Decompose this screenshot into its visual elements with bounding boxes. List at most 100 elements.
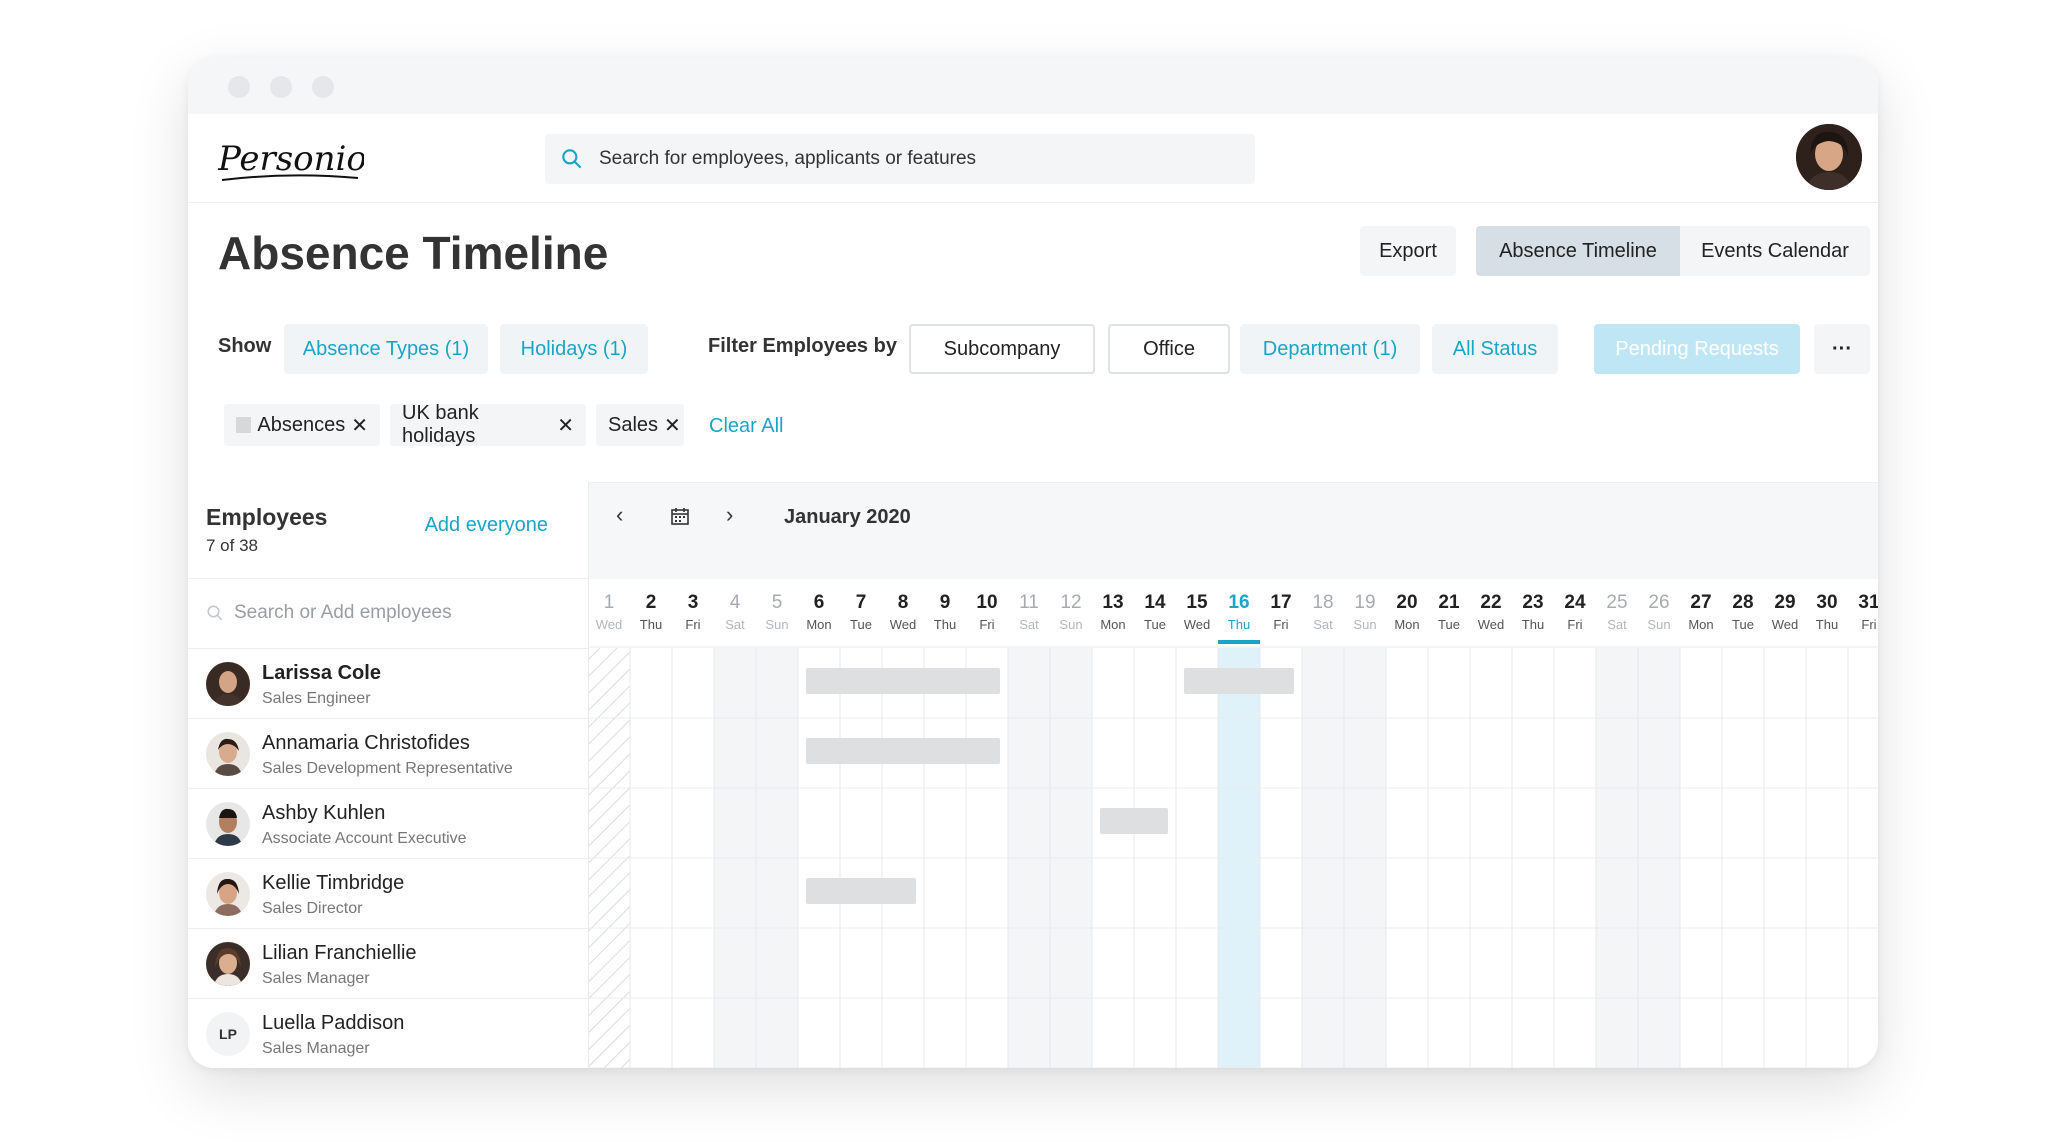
weekday-label: Sun	[1059, 617, 1082, 632]
weekday-label: Fri	[1861, 617, 1876, 632]
weekday-label: Thu	[1522, 617, 1544, 632]
employee-role: Sales Engineer	[262, 690, 371, 707]
day-number[interactable]: 4	[730, 592, 741, 613]
weekday-label: Sun	[1353, 617, 1376, 632]
calendar-icon[interactable]	[670, 506, 690, 531]
day-number[interactable]: 13	[1102, 592, 1123, 613]
day-number[interactable]: 5	[772, 592, 783, 613]
day-number[interactable]: 9	[940, 592, 951, 613]
employee-role: Sales Manager	[262, 1040, 370, 1057]
day-number[interactable]: 29	[1774, 592, 1795, 613]
day-number[interactable]: 25	[1606, 592, 1627, 613]
day-number[interactable]: 20	[1396, 592, 1417, 613]
employee-row[interactable]: LP Luella Paddison Sales Manager	[188, 998, 588, 1068]
day-number[interactable]: 7	[856, 592, 867, 613]
employee-avatar	[206, 942, 250, 986]
weekday-label: Thu	[640, 617, 662, 632]
day-number[interactable]: 11	[1019, 592, 1039, 613]
weekday-label: Fri	[1273, 617, 1288, 632]
browser-window: Personio Search for employees, applicant…	[188, 58, 1878, 1068]
employee-name: Annamaria Christofides	[262, 732, 470, 754]
employee-row[interactable]: Annamaria Christofides Sales Development…	[188, 718, 588, 789]
weekday-label: Mon	[1100, 617, 1125, 632]
month-label: January 2020	[784, 506, 911, 528]
employees-title: Employees	[206, 504, 328, 530]
employee-row[interactable]: Kellie Timbridge Sales Director	[188, 858, 588, 929]
employee-row[interactable]: Larissa Cole Sales Engineer	[188, 648, 588, 719]
employee-avatar	[206, 802, 250, 846]
day-number[interactable]: 3	[688, 592, 699, 613]
weekday-label: Sat	[1019, 617, 1039, 632]
day-number[interactable]: 2	[646, 592, 657, 613]
employee-role: Sales Director	[262, 900, 363, 917]
weekday-label: Sat	[1607, 617, 1627, 632]
day-number[interactable]: 14	[1144, 592, 1166, 613]
day-number[interactable]: 1	[604, 592, 615, 613]
weekday-label: Wed	[1184, 617, 1211, 632]
weekday-label: Wed	[1478, 617, 1505, 632]
absence-bar[interactable]	[806, 878, 916, 904]
employee-search-input[interactable]: Search or Add employees	[234, 602, 452, 624]
day-number[interactable]: 18	[1312, 592, 1333, 613]
employee-name: Larissa Cole	[262, 662, 381, 684]
employee-name: Luella Paddison	[262, 1012, 405, 1034]
day-number[interactable]: 31	[1858, 592, 1878, 613]
employee-name: Ashby Kuhlen	[262, 802, 386, 824]
employee-name: Lilian Franchiellie	[262, 942, 417, 964]
employee-initials-avatar: LP	[206, 1012, 250, 1056]
weekday-label: Sat	[1313, 617, 1333, 632]
employees-count: 7 of 38	[206, 536, 258, 555]
day-number[interactable]: 30	[1816, 592, 1837, 613]
day-number[interactable]: 6	[814, 592, 825, 613]
add-everyone-link[interactable]: Add everyone	[425, 514, 548, 537]
weekday-label: Sun	[765, 617, 788, 632]
day-number[interactable]: 22	[1480, 592, 1501, 613]
weekday-label: Tue	[850, 617, 872, 632]
weekday-label: Thu	[934, 617, 956, 632]
weekday-label: Tue	[1144, 617, 1166, 632]
absence-bar[interactable]	[1184, 668, 1294, 694]
day-number[interactable]: 23	[1522, 592, 1543, 613]
employees-header: Employees 7 of 38 Add everyone	[188, 482, 588, 579]
employee-search[interactable]: Search or Add employees	[188, 578, 588, 649]
employee-role: Associate Account Executive	[262, 830, 467, 847]
absence-bar[interactable]	[806, 738, 1000, 764]
next-month-button[interactable]: ›	[726, 502, 733, 528]
employee-avatar	[206, 732, 250, 776]
day-number[interactable]: 17	[1270, 592, 1291, 613]
day-number[interactable]: 28	[1732, 592, 1753, 613]
day-number[interactable]: 16	[1228, 592, 1249, 613]
weekday-label: Mon	[1394, 617, 1419, 632]
day-number[interactable]: 12	[1060, 592, 1081, 613]
employee-row[interactable]: Lilian Franchiellie Sales Manager	[188, 928, 588, 999]
weekday-label: Wed	[1772, 617, 1799, 632]
weekday-label: Thu	[1228, 617, 1250, 632]
day-number[interactable]: 8	[898, 592, 909, 613]
day-number[interactable]: 27	[1690, 592, 1711, 613]
absence-bar[interactable]	[806, 668, 1000, 694]
day-number[interactable]: 21	[1438, 592, 1460, 613]
day-number[interactable]: 10	[976, 592, 997, 613]
employee-name: Kellie Timbridge	[262, 872, 405, 894]
weekday-label: Wed	[890, 617, 917, 632]
day-number[interactable]: 15	[1186, 592, 1208, 613]
today-indicator	[1218, 640, 1260, 644]
employee-role: Sales Manager	[262, 970, 370, 987]
weekday-label: Tue	[1732, 617, 1754, 632]
employee-avatar	[206, 872, 250, 916]
absence-bar[interactable]	[1100, 808, 1168, 834]
weekday-label: Mon	[1688, 617, 1713, 632]
weekday-label: Fri	[979, 617, 994, 632]
day-number[interactable]: 24	[1564, 592, 1586, 613]
day-number[interactable]: 26	[1648, 592, 1669, 613]
employee-row[interactable]: Ashby Kuhlen Associate Account Executive	[188, 788, 588, 859]
weekday-label: Fri	[1567, 617, 1582, 632]
weekday-label: Sun	[1647, 617, 1670, 632]
prev-month-button[interactable]: ‹	[616, 502, 623, 528]
weekday-label: Wed	[596, 617, 623, 632]
employee-role: Sales Development Representative	[262, 760, 513, 777]
day-number[interactable]: 19	[1354, 592, 1375, 613]
search-icon	[207, 605, 223, 621]
weekday-label: Fri	[685, 617, 700, 632]
weekday-label: Thu	[1816, 617, 1838, 632]
